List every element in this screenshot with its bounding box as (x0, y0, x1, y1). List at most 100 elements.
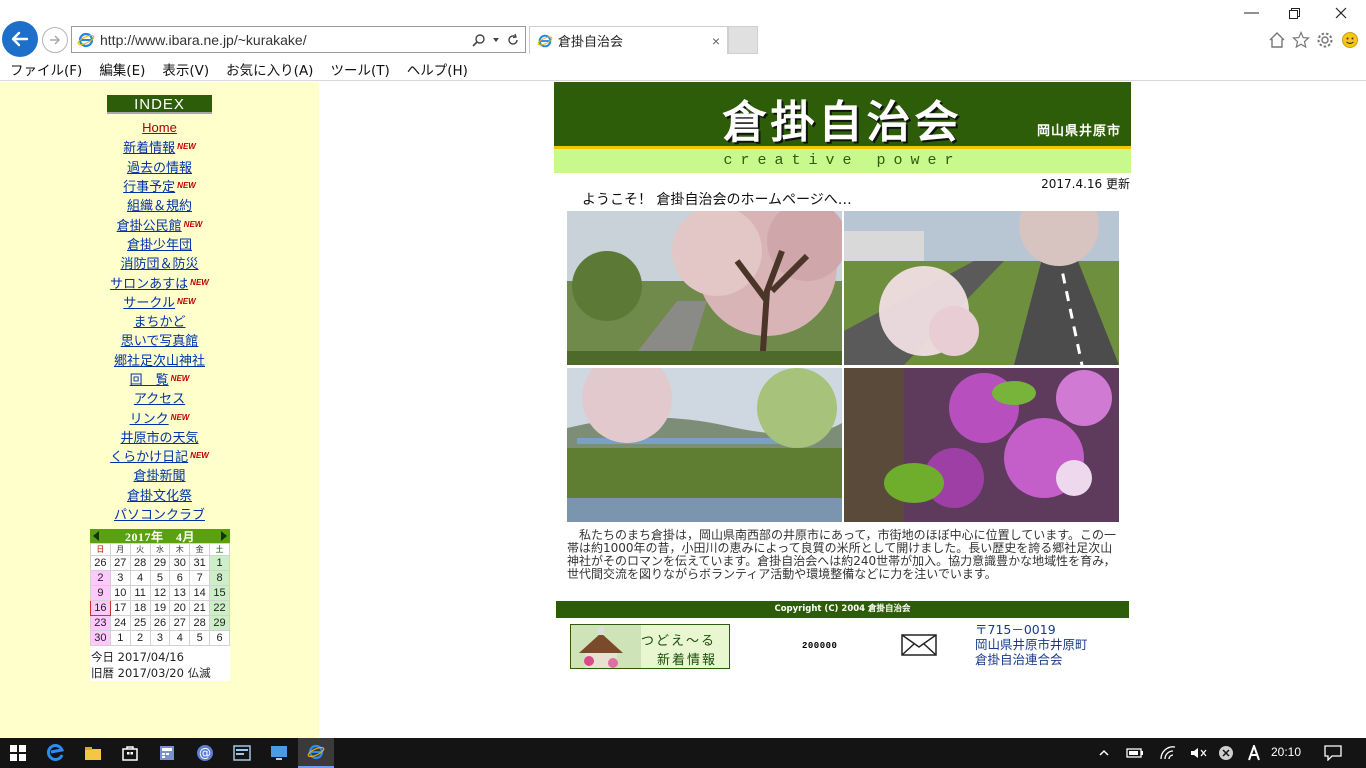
calendar-day: 2 (129, 630, 151, 646)
calendar-footer: 今日 2017/04/16 旧暦 2017/03/20 仏滅 (90, 646, 230, 681)
start-button[interactable] (9, 744, 27, 762)
welcome-text: ようこそ！ 倉掛自治会のホームページへ… (582, 192, 852, 208)
nav-link[interactable]: 井原市の天気 (120, 427, 198, 446)
taskbar-store[interactable] (121, 744, 139, 762)
forward-button[interactable] (42, 27, 68, 53)
gear-icon (1317, 32, 1333, 48)
sidebar: INDEX Home 新着情報 NEW 過去の情報 行事予定 NEW 組織＆規約 倉掛公民館 N… (0, 82, 319, 738)
next-month-icon[interactable] (220, 531, 227, 541)
calendar-day: 10 (109, 585, 131, 601)
menu-tools[interactable]: ツール(T) (330, 59, 389, 79)
nav-link[interactable]: くらかけ日記 (110, 446, 188, 465)
tab-title: 倉掛自治会 (558, 35, 624, 50)
chevron-up-icon (1099, 749, 1109, 756)
action-center[interactable] (1324, 744, 1342, 762)
taskbar-desktop-app[interactable] (270, 744, 288, 762)
calendar-day: 23 (90, 615, 111, 631)
nav-link[interactable]: 組織＆規約 (127, 195, 192, 214)
home-button[interactable] (1267, 30, 1287, 50)
calendar-day: 5 (149, 570, 171, 586)
tray-ime-mode[interactable] (1245, 744, 1263, 762)
nav-link[interactable]: 新着情報 (123, 137, 175, 156)
nav-link[interactable]: 倉掛少年団 (127, 234, 192, 253)
menu-help[interactable]: ヘルプ(H) (407, 59, 468, 79)
dropdown-arrow-icon[interactable] (492, 36, 500, 44)
store-icon (122, 746, 138, 761)
taskbar-clock[interactable]: 20:10 (1271, 745, 1301, 759)
taskbar-calculator[interactable] (158, 744, 176, 762)
calendar-grid: 日月火水木金土 26 27 28 29 30 31 1 2 3 4 5 6 7 8 9 10 11 12 13 14 15… (90, 543, 230, 646)
tray-battery[interactable] (1126, 744, 1144, 762)
nav-link[interactable]: 倉掛文化祭 (127, 485, 192, 504)
nav-link[interactable]: サークル (123, 292, 175, 311)
taskbar-ie-active[interactable] (298, 738, 334, 768)
tsudoe-title: つどえ～る (641, 634, 717, 649)
calendar-day: 20 (169, 600, 191, 616)
visitor-counter: 200000 (802, 641, 838, 651)
nav-link[interactable]: 倉掛新聞 (133, 465, 185, 484)
taskbar-mail[interactable]: @ (196, 744, 214, 762)
weekday-label: 水 (149, 543, 171, 556)
forward-arrow-icon (50, 35, 61, 45)
at-sign-icon: @ (197, 745, 213, 761)
calendar-day: 18 (129, 600, 151, 616)
nav-link[interactable]: 消防団＆防災 (120, 253, 198, 272)
restore-button[interactable] (1289, 8, 1300, 19)
menu-view[interactable]: 表示(V) (162, 59, 209, 79)
taskbar-edge[interactable] (47, 744, 65, 762)
url-text[interactable]: http://www.ibara.ne.jp/~kurakake/ (100, 32, 472, 48)
taskbar-explorer[interactable] (84, 744, 102, 762)
calendar-day: 6 (169, 570, 191, 586)
monitor-icon (271, 746, 287, 760)
nav-link[interactable]: パソコンクラブ (114, 504, 205, 523)
calendar-day: 2 (90, 570, 111, 586)
refresh-icon[interactable] (506, 33, 520, 47)
nav-link[interactable]: アクセス (134, 388, 185, 407)
nav-link[interactable]: 倉掛公民館 (117, 215, 182, 234)
nav-link[interactable]: サロンあすは (110, 273, 188, 292)
calendar-day: 30 (169, 555, 191, 571)
nav-item: 倉掛文化祭 (0, 485, 319, 504)
tray-volume[interactable] (1190, 744, 1208, 762)
browser-chrome: http://www.ibara.ne.jp/~kurakake/ 倉掛自治会 … (0, 0, 1366, 82)
nav-link[interactable]: Home (142, 120, 177, 135)
menu-edit[interactable]: 編集(E) (99, 59, 145, 79)
menu-favorites[interactable]: お気に入り(A) (226, 59, 313, 79)
calendar-day: 4 (169, 630, 191, 646)
nav-link[interactable]: 郷社足次山神社 (114, 350, 205, 369)
nav-link[interactable]: 思いで写真館 (121, 330, 199, 349)
updated-date: 2017.4.16 更新 (1041, 177, 1130, 191)
taskbar-app-window[interactable] (233, 744, 251, 762)
intro-paragraph: 私たちのまち倉掛は，岡山県南西部の井原市にあって，市街地のほぼ中心に位置していま… (567, 529, 1119, 581)
back-button[interactable] (2, 21, 38, 57)
tray-expand[interactable] (1095, 744, 1113, 762)
calendar-day: 12 (149, 585, 171, 601)
settings-button[interactable] (1315, 30, 1335, 50)
feedback-button[interactable] (1340, 30, 1360, 50)
nav-link[interactable]: まちかど (133, 311, 185, 330)
new-badge: NEW (176, 296, 196, 306)
lunar-date: 旧暦 2017/03/20 仏滅 (91, 666, 211, 680)
tsudoe-banner-link[interactable]: つどえ～る 新着情報 (570, 624, 730, 669)
prev-month-icon[interactable] (93, 531, 99, 541)
address-bar[interactable]: http://www.ibara.ne.jp/~kurakake/ (71, 26, 526, 53)
new-tab-button[interactable] (728, 26, 758, 54)
tray-network[interactable] (1159, 744, 1177, 762)
minimize-button[interactable]: — (1244, 4, 1259, 21)
mail-icon[interactable] (901, 634, 937, 656)
nav-link[interactable]: 行事予定 (123, 176, 175, 195)
tray-ime-off[interactable] (1217, 744, 1235, 762)
calendar-day: 4 (129, 570, 151, 586)
calendar-day: 13 (169, 585, 191, 601)
menu-file[interactable]: ファイル(F) (10, 59, 82, 79)
close-window-button[interactable] (1335, 7, 1347, 19)
search-icon[interactable] (472, 33, 486, 47)
weekday-label: 金 (189, 543, 211, 556)
calendar-day: 6 (209, 630, 230, 646)
favorites-button[interactable] (1291, 30, 1311, 50)
tab-close-icon[interactable]: × (712, 33, 720, 49)
nav-link[interactable]: 過去の情報 (127, 157, 192, 176)
browser-tab[interactable]: 倉掛自治会 × (529, 26, 728, 54)
nav-link[interactable]: 回 覧 (130, 369, 169, 388)
nav-link[interactable]: リンク (130, 408, 169, 427)
